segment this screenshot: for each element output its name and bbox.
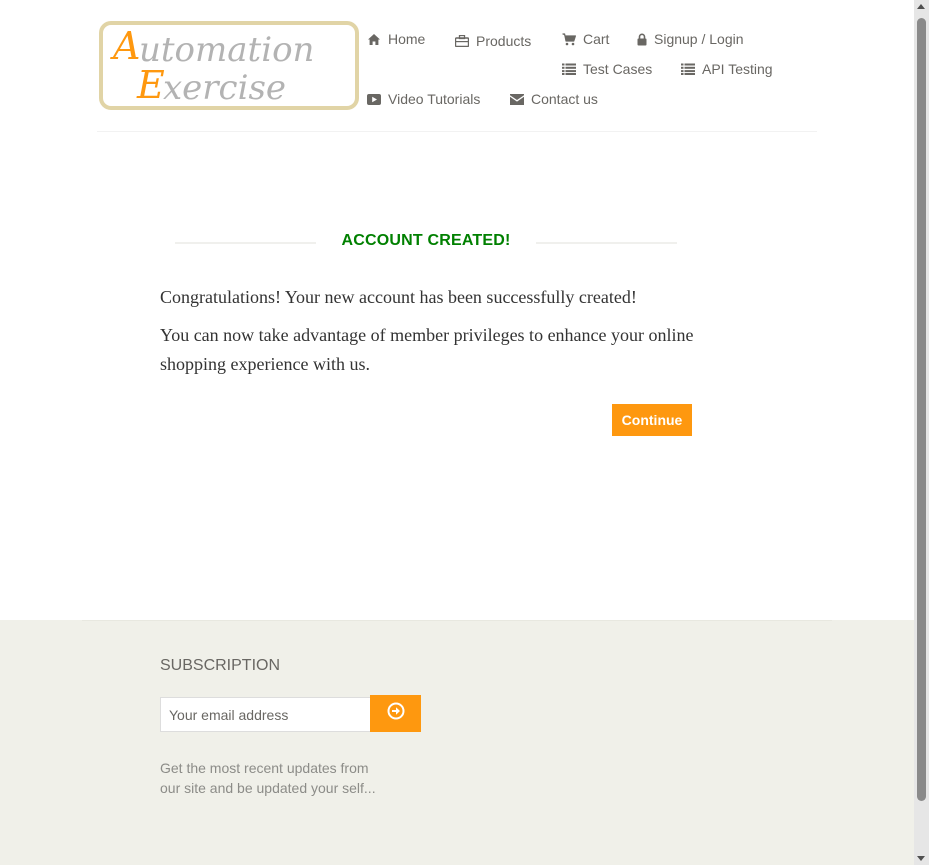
nav-products[interactable]: Products	[455, 33, 531, 49]
envelope-icon	[510, 92, 524, 106]
list-icon	[681, 62, 695, 76]
briefcase-icon	[455, 34, 469, 48]
footer: SUBSCRIPTION Get the most recent updates…	[0, 620, 914, 865]
nav-contact-us[interactable]: Contact us	[510, 91, 598, 107]
scroll-up-arrow-icon[interactable]	[917, 4, 925, 9]
site-logo[interactable]: A utomation E xercise	[99, 21, 359, 110]
subscription-description: Get the most recent updates from our sit…	[160, 760, 376, 796]
nav-api-testing[interactable]: API Testing	[681, 61, 773, 77]
congratulations-message: Congratulations! Your new account has be…	[160, 287, 637, 307]
footer-divider	[82, 620, 832, 621]
nav-video-tutorials[interactable]: Video Tutorials	[367, 91, 480, 107]
subscription-title: SUBSCRIPTION	[160, 657, 281, 674]
scroll-down-arrow-icon[interactable]	[917, 856, 925, 861]
nav-home-label: Home	[388, 31, 426, 47]
continue-button[interactable]: Continue	[612, 404, 692, 436]
nav-cart-label: Cart	[583, 31, 610, 47]
nav-signup-login-label: Signup / Login	[654, 31, 744, 47]
svg-text:E: E	[136, 63, 165, 106]
nav-signup-login[interactable]: Signup / Login	[637, 31, 744, 47]
vertical-scrollbar[interactable]	[914, 0, 929, 865]
privileges-message: You can now take advantage of member pri…	[160, 325, 694, 374]
nav-contact-us-label: Contact us	[531, 91, 598, 107]
nav-cart[interactable]: Cart	[562, 31, 609, 47]
account-created-title: ACCOUNT CREATED!	[341, 232, 511, 249]
nav-test-cases[interactable]: Test Cases	[562, 61, 652, 77]
svg-text:utomation: utomation	[139, 30, 314, 70]
shopping-cart-icon	[562, 32, 576, 46]
list-icon	[562, 62, 576, 76]
arrow-circle-right-icon	[387, 702, 405, 725]
nav-home[interactable]: Home	[367, 31, 425, 47]
subscription-email-input[interactable]	[160, 697, 371, 732]
header-divider	[97, 131, 817, 132]
title-line-right	[536, 242, 677, 244]
nav-test-cases-label: Test Cases	[583, 61, 653, 77]
logo-wordmark: A utomation E xercise	[110, 25, 314, 106]
subscribe-button[interactable]	[370, 695, 421, 732]
lock-icon	[637, 32, 647, 46]
svg-text:A: A	[110, 25, 140, 68]
youtube-play-icon	[367, 92, 381, 106]
nav-video-tutorials-label: Video Tutorials	[388, 91, 481, 107]
scrollbar-thumb[interactable]	[917, 18, 926, 801]
title-line-left	[175, 242, 316, 244]
svg-text:xercise: xercise	[163, 68, 286, 106]
nav-api-testing-label: API Testing	[702, 61, 773, 77]
page: A utomation E xercise Home Products Cart…	[0, 0, 914, 865]
nav-products-label: Products	[476, 33, 532, 49]
home-icon	[367, 32, 381, 46]
